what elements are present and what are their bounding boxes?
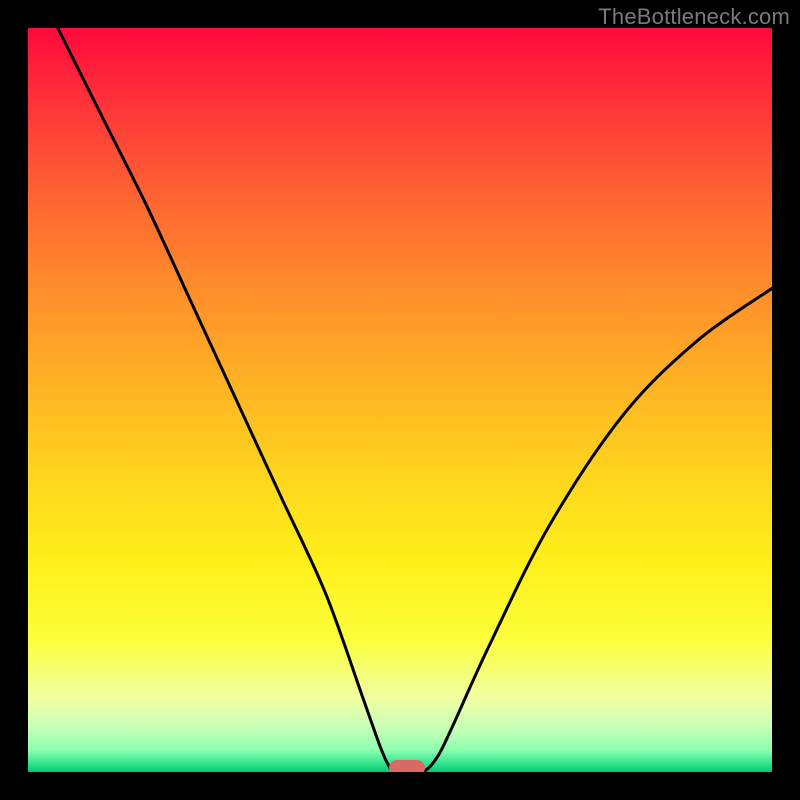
attribution-watermark: TheBottleneck.com [598, 4, 790, 30]
bottleneck-gradient-background [28, 28, 772, 772]
chart-frame: TheBottleneck.com [0, 0, 800, 800]
optimal-point-marker [389, 760, 425, 772]
plot-area [28, 28, 772, 772]
